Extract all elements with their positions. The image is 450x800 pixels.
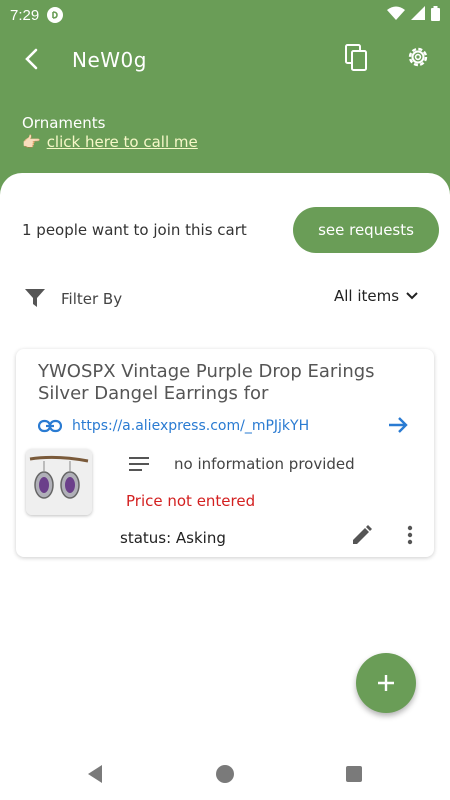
item-title: YWOSPX Vintage Purple Drop Earings Silve… (38, 361, 375, 404)
status-time: 7:29 (10, 6, 40, 24)
see-requests-button[interactable]: see requests (293, 207, 439, 253)
earrings-image (26, 449, 92, 515)
call-line: 👉🏻 click here to call me (22, 133, 198, 151)
system-nav-bar (0, 748, 450, 800)
filter-icon (25, 289, 45, 307)
gear-icon (408, 47, 428, 67)
plus-icon (378, 675, 394, 691)
signal-icon (411, 6, 425, 24)
copy-icon (345, 44, 367, 71)
filter-dropdown[interactable]: All items (334, 287, 419, 305)
item-thumbnail[interactable] (26, 449, 92, 515)
item-price: Price not entered (126, 492, 256, 510)
status-bar: 7:29 (0, 0, 450, 30)
add-item-button[interactable] (356, 653, 416, 713)
item-status: status: Asking (120, 529, 226, 547)
cart-category: Ornaments (22, 114, 106, 132)
item-link-row: https://a.aliexpress.com/_mPJjkYH (38, 413, 418, 439)
edit-button[interactable] (350, 523, 374, 547)
nav-recents-icon[interactable] (346, 766, 362, 782)
item-card[interactable]: YWOSPX Vintage Purple Drop Earings Silve… (16, 349, 434, 557)
nav-home-icon[interactable] (216, 765, 234, 783)
notification-icon (47, 7, 64, 23)
page-title: NeW0g (72, 48, 147, 72)
back-button[interactable] (16, 44, 46, 74)
item-description: no information provided (174, 455, 355, 473)
arrow-right-icon (389, 417, 408, 433)
more-vert-icon (407, 525, 413, 545)
link-icon (38, 419, 62, 433)
filter-selected-value: All items (334, 287, 400, 305)
call-link[interactable]: click here to call me (47, 133, 198, 151)
join-requests-text: 1 people want to join this cart (22, 221, 247, 239)
filter-label: Filter By (61, 290, 123, 308)
more-options-button[interactable] (400, 523, 420, 547)
edit-icon (353, 525, 372, 544)
wifi-icon (387, 6, 405, 24)
pointing-hand-icon: 👉🏻 (22, 133, 41, 151)
item-link[interactable]: https://a.aliexpress.com/_mPJjkYH (72, 418, 309, 434)
copy-button[interactable] (344, 44, 372, 72)
open-link-button[interactable] (386, 413, 412, 439)
battery-icon (431, 5, 440, 25)
description-icon (129, 457, 149, 471)
chevron-down-icon (406, 292, 418, 300)
nav-back-icon[interactable] (86, 764, 104, 784)
settings-button[interactable] (405, 44, 433, 72)
back-arrow-icon (25, 48, 38, 70)
